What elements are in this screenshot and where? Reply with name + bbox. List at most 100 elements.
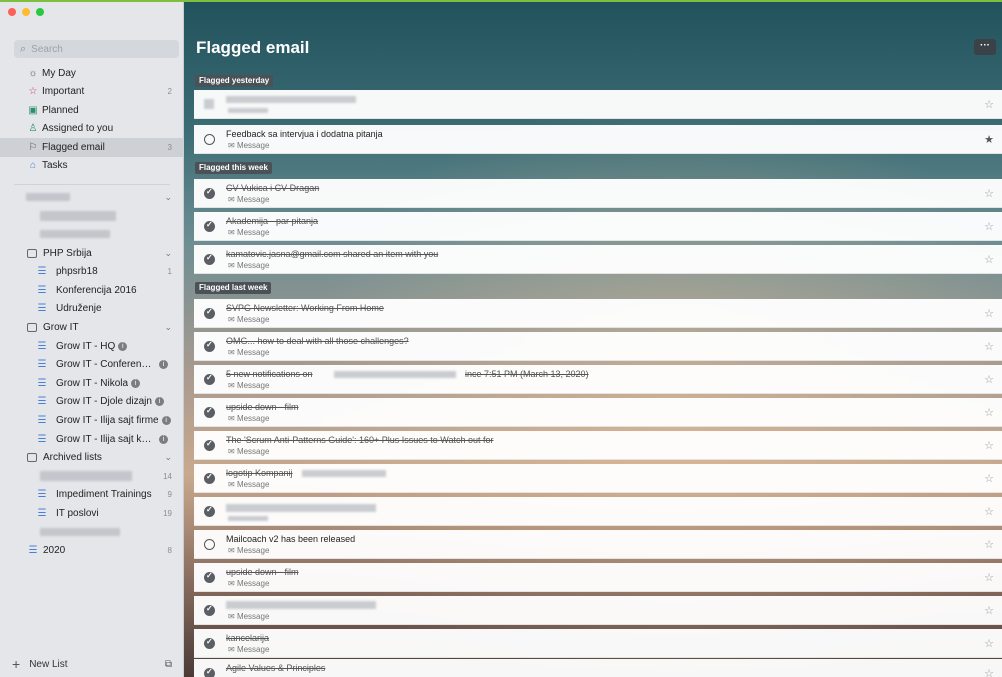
task-checkbox[interactable] — [204, 667, 215, 677]
star-toggle-icon[interactable]: ☆ — [984, 406, 994, 419]
task-row[interactable]: logotip Kompanij ✉ Message ☆ — [194, 464, 1002, 493]
chevron-down-icon[interactable]: ⌄ — [164, 322, 172, 333]
nav-tasks[interactable]: ⌂ Tasks — [0, 157, 184, 176]
list-icon: ☰ — [37, 433, 47, 445]
task-checkbox[interactable] — [204, 340, 215, 352]
search-box[interactable]: ⌕ — [14, 40, 179, 58]
task-title: kamatovic.jasna@gmail.com shared an item… — [226, 249, 439, 259]
task-row[interactable]: upside down - film ✉ Message ☆ — [194, 563, 1002, 592]
group-label: Archived lists — [43, 452, 102, 464]
nav-flagged-email[interactable]: ⚐ Flagged email 3 — [0, 138, 184, 157]
task-checkbox[interactable] — [204, 571, 215, 583]
list-item-grow-ilija-konf[interactable]: ☰ Grow IT - Ilija sajt konf... i — [0, 430, 184, 449]
star-toggle-icon[interactable]: ☆ — [984, 373, 994, 386]
task-row[interactable]: Mailcoach v2 has been released ✉ Message… — [194, 530, 1002, 559]
task-row[interactable]: Feedback sa intervjua i dodatna pitanja … — [194, 125, 1002, 154]
section-flagged-last-week[interactable]: Flagged last week — [195, 282, 272, 294]
star-toggle-icon[interactable]: ☆ — [984, 340, 994, 353]
nav-important[interactable]: ☆ Important 2 — [0, 83, 184, 102]
blurred-list[interactable] — [0, 225, 184, 244]
group-archived-lists[interactable]: Archived lists ⌄ — [0, 448, 184, 467]
task-row[interactable]: OMG... how to deal with all those challe… — [194, 332, 1002, 361]
task-row[interactable]: CV Vukica i CV Dragan ✉ Message ☆ — [194, 179, 1002, 208]
blurred-list[interactable] — [0, 207, 184, 226]
nav-my-day[interactable]: ☼ My Day — [0, 64, 184, 83]
list-icon: ☰ — [37, 284, 47, 296]
list-item-udruzenje[interactable]: ☰ Udruženje — [0, 300, 184, 319]
task-checkbox[interactable] — [204, 406, 215, 418]
search-input[interactable] — [31, 43, 172, 55]
star-toggle-icon[interactable]: ☆ — [984, 307, 994, 320]
list-item-2020[interactable]: ☰ 2020 8 — [0, 541, 184, 560]
star-toggle-icon[interactable]: ☆ — [984, 667, 994, 677]
star-toggle-icon[interactable]: ☆ — [984, 472, 994, 485]
nav-assigned[interactable]: ♙ Assigned to you — [0, 120, 184, 139]
star-toggle-icon[interactable]: ☆ — [984, 253, 994, 266]
star-toggle-icon[interactable]: ☆ — [984, 604, 994, 617]
section-flagged-this-week[interactable]: Flagged this week — [195, 162, 272, 174]
task-row[interactable]: ✉ Message ☆ — [194, 596, 1002, 625]
blurred-list[interactable]: 14 — [0, 467, 184, 486]
new-list-button[interactable]: + New List ⧉ — [0, 651, 184, 677]
star-toggle-icon[interactable]: ☆ — [984, 439, 994, 452]
chevron-down-icon[interactable]: ⌄ — [164, 452, 172, 463]
list-item-it-poslovi[interactable]: ☰ IT poslovi 19 — [0, 504, 184, 523]
task-title: Feedback sa intervjua i dodatna pitanja — [226, 129, 383, 139]
star-toggle-icon[interactable]: ☆ — [984, 571, 994, 584]
more-options-button[interactable]: ··· — [974, 39, 996, 55]
zoom-window-button[interactable] — [36, 8, 44, 16]
task-checkbox[interactable] — [204, 604, 215, 616]
task-checkbox[interactable] — [204, 373, 215, 385]
star-toggle-icon[interactable]: ★ — [984, 133, 994, 146]
blurred-group[interactable]: ⌄ — [0, 188, 184, 207]
task-row[interactable]: SVPG Newsletter: Working From Home ✉ Mes… — [194, 299, 1002, 328]
task-checkbox[interactable] — [204, 253, 215, 265]
nav-planned[interactable]: ▣ Planned — [0, 101, 184, 120]
page-title: Flagged email — [196, 38, 310, 57]
task-row[interactable]: Agile Values & Principles ☆ — [194, 659, 1002, 677]
task-checkbox[interactable] — [204, 505, 215, 517]
list-item-konferencija[interactable]: ☰ Konferencija 2016 — [0, 281, 184, 300]
task-subtitle: ✉ Message — [228, 546, 269, 555]
list-item-grow-djole[interactable]: ☰ Grow IT - Djole dizajn i — [0, 393, 184, 412]
task-row[interactable]: 5 new notifications on ince 7:51 PM (Mar… — [194, 365, 1002, 394]
section-flagged-yesterday[interactable]: Flagged yesterday — [195, 75, 274, 87]
star-toggle-icon[interactable]: ☆ — [984, 98, 994, 111]
minimize-window-button[interactable] — [22, 8, 30, 16]
task-row[interactable]: Akademija - par pitanja ✉ Message ☆ — [194, 212, 1002, 241]
list-item-grow-conference[interactable]: ☰ Grow IT - Conference... i — [0, 355, 184, 374]
task-row[interactable]: The 'Scrum Anti-Patterns Guide': 160+ Pl… — [194, 431, 1002, 460]
task-checkbox[interactable] — [204, 539, 215, 550]
list-item-grow-hq[interactable]: ☰ Grow IT - HQ i — [0, 337, 184, 356]
list-item-phpsrb18[interactable]: ☰ phpsrb18 1 — [0, 262, 184, 281]
task-checkbox[interactable] — [204, 220, 215, 232]
task-checkbox[interactable] — [204, 307, 215, 319]
task-checkbox[interactable] — [204, 637, 215, 649]
task-row[interactable]: kamatovic.jasna@gmail.com shared an item… — [194, 245, 1002, 274]
star-toggle-icon[interactable]: ☆ — [984, 637, 994, 650]
task-checkbox[interactable] — [204, 134, 215, 145]
star-toggle-icon[interactable]: ☆ — [984, 505, 994, 518]
new-group-icon[interactable]: ⧉ — [165, 659, 172, 670]
star-toggle-icon[interactable]: ☆ — [984, 220, 994, 233]
task-row[interactable]: ☆ — [194, 90, 1002, 119]
chevron-down-icon[interactable]: ⌄ — [164, 192, 172, 203]
task-subtitle-text: Message — [236, 228, 270, 237]
task-row[interactable]: ☆ — [194, 497, 1002, 526]
group-php-srbija[interactable]: PHP Srbija ⌄ — [0, 244, 184, 263]
nav-label: Important — [42, 86, 85, 98]
close-window-button[interactable] — [8, 8, 16, 16]
star-toggle-icon[interactable]: ☆ — [984, 187, 994, 200]
task-checkbox[interactable] — [204, 472, 215, 484]
chevron-down-icon[interactable]: ⌄ — [164, 248, 172, 259]
task-checkbox[interactable] — [204, 187, 215, 199]
task-row[interactable]: kancelarija ✉ Message ☆ — [194, 629, 1002, 658]
list-item-grow-nikola[interactable]: ☰ Grow IT - Nikola i — [0, 374, 184, 393]
star-toggle-icon[interactable]: ☆ — [984, 538, 994, 551]
list-item-impediment[interactable]: ☰ Impediment Trainings 9 — [0, 486, 184, 505]
group-grow-it[interactable]: Grow IT ⌄ — [0, 318, 184, 337]
task-row[interactable]: upside down - film ✉ Message ☆ — [194, 398, 1002, 427]
blurred-list[interactable] — [0, 523, 184, 542]
list-item-grow-ilija-firme[interactable]: ☰ Grow IT - Ilija sajt firme i — [0, 411, 184, 430]
task-checkbox[interactable] — [204, 439, 215, 451]
